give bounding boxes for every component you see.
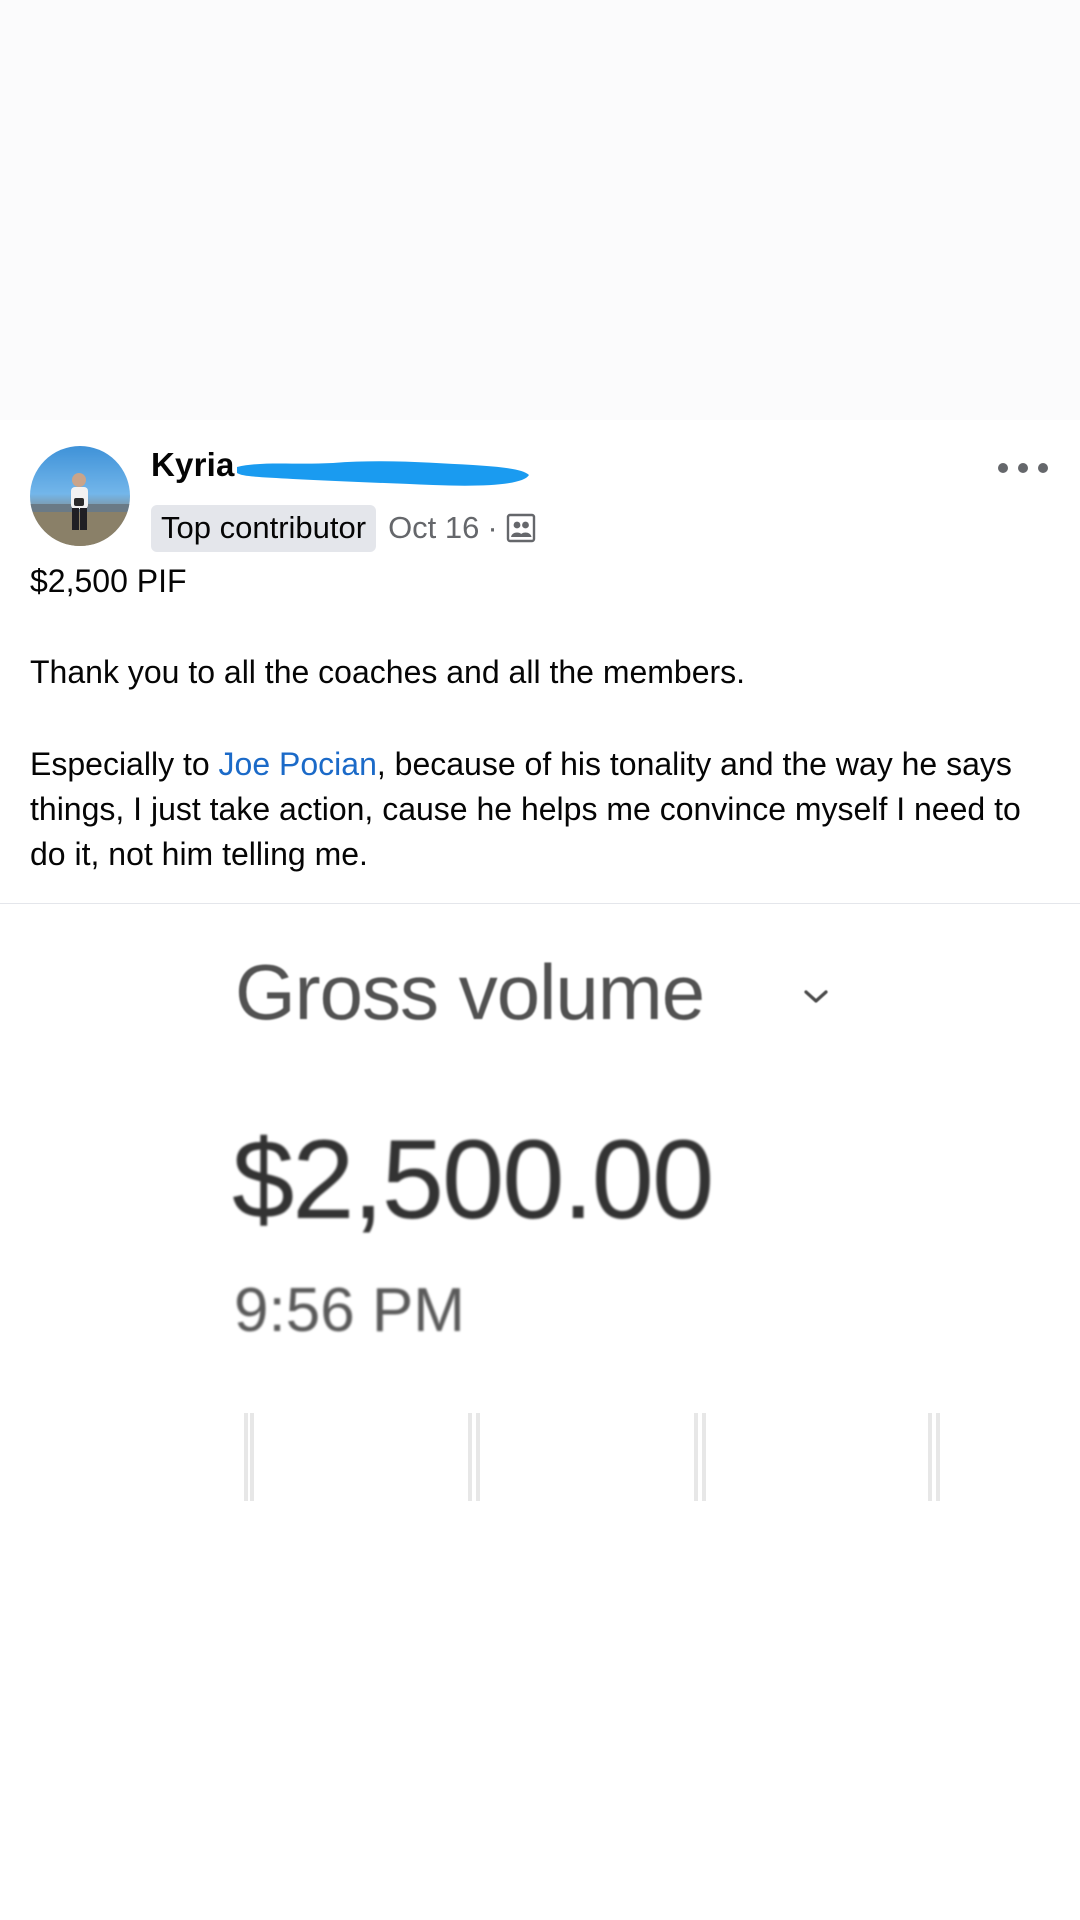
mention-link[interactable]: Joe Pocian — [219, 746, 377, 782]
contributor-badge[interactable]: Top contributor — [151, 504, 377, 552]
author-name[interactable]: Kyria — [151, 446, 235, 484]
more-dots-icon — [998, 463, 1008, 473]
faded-chart-ticks — [244, 1413, 940, 1501]
group-audience-icon — [506, 513, 535, 543]
divider — [0, 903, 1080, 904]
gross-volume-label: Gross volume — [235, 948, 705, 1036]
post-paragraph: Thank you to all the coaches and all the… — [30, 654, 746, 690]
paragraph-text: Especially to — [30, 746, 219, 782]
avatar[interactable] — [30, 446, 130, 546]
gross-volume-amount: $2,500.00 — [232, 1117, 714, 1242]
meta-separator: · — [487, 510, 498, 545]
post-date[interactable]: Oct 16 — [388, 510, 479, 546]
transaction-time: 9:56 PM — [234, 1276, 465, 1345]
post-paragraph: Especially to Joe Pocian, because of his… — [30, 742, 1050, 877]
post-title: $2,500 PIF — [30, 563, 187, 599]
post-photo[interactable]: Gross volume $2,500.00 9:56 PM — [0, 905, 1080, 1920]
post-card: Kyria Top contributor Oct 16 · $2,500 PI… — [0, 420, 1080, 905]
chevron-down-icon — [804, 990, 828, 1003]
top-blank-area — [0, 0, 1080, 420]
post-meta: Top contributor Oct 16 · — [151, 504, 536, 552]
redaction-scribble — [237, 461, 529, 486]
more-options-button[interactable] — [998, 456, 1048, 480]
